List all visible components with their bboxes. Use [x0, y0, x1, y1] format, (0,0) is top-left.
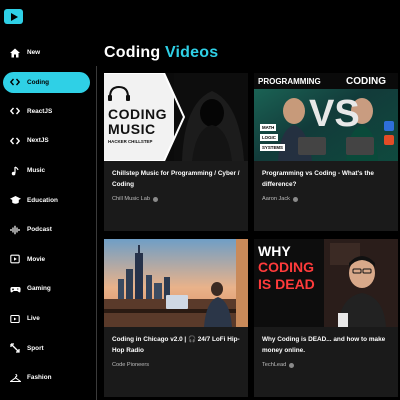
channel-label: Chill Music Lab	[112, 196, 150, 202]
thumb-text-coding: CODING	[258, 259, 314, 275]
movie-icon	[9, 253, 21, 265]
page-title-prefix: Coding	[104, 44, 161, 61]
video-thumbnail[interactable]	[104, 239, 248, 327]
sidebar-item-reactjs[interactable]: ReactJS	[0, 97, 96, 127]
sidebar-divider	[96, 66, 97, 400]
sidebar-item-gaming[interactable]: Gaming	[0, 274, 96, 304]
sidebar-item-label: Podcast	[27, 226, 52, 234]
thumb-text-music: MUSIC	[108, 121, 156, 137]
home-icon	[9, 47, 21, 59]
verified-check-icon	[289, 362, 295, 368]
video-card[interactable]: WHY CODING IS DEAD Why Coding is DEAD...…	[254, 239, 398, 397]
graduation-cap-icon	[9, 194, 21, 206]
podcast-icon	[9, 224, 21, 236]
video-thumbnail[interactable]: WHY CODING IS DEAD	[254, 239, 398, 327]
sidebar-item-nextjs[interactable]: NextJS	[0, 126, 96, 156]
thumb-text-vs: VS	[309, 93, 360, 135]
sidebar-item-podcast[interactable]: Podcast	[0, 215, 96, 245]
page-title: Coding Videos	[104, 44, 218, 62]
channel-name[interactable]: Aaron Jack	[262, 196, 298, 202]
channel-label: TechLead	[262, 362, 287, 368]
channel-label: Code Pioneers	[112, 362, 150, 368]
youtube-logo-icon[interactable]	[4, 9, 23, 24]
thumb-tag-systems: SYSTEMS	[260, 144, 285, 151]
channel-label: Aaron Jack	[262, 196, 290, 202]
thumb-text-is-dead: IS DEAD	[258, 276, 315, 292]
thumb-text-coding: CODING	[108, 106, 167, 122]
channel-name[interactable]: Chill Music Lab	[112, 196, 158, 202]
thumb-text-coding: CODING	[346, 76, 386, 87]
sidebar-item-sport[interactable]: Sport	[0, 333, 96, 363]
video-card[interactable]: Coding in Chicago v2.0 | 🎧 24/7 LoFi Hip…	[104, 239, 248, 397]
sport-icon	[9, 342, 21, 354]
video-title[interactable]: Programming vs Coding - What's the diffe…	[262, 169, 392, 190]
sidebar-item-music[interactable]: Music	[0, 156, 96, 186]
sidebar-item-label: Fashion	[27, 374, 52, 382]
code-icon	[9, 135, 21, 147]
video-card[interactable]: CODING MUSIC HACKER CHILLSTEP Chillstep …	[104, 73, 248, 231]
sidebar-item-label: Live	[27, 315, 40, 323]
sidebar-item-label: Education	[27, 196, 58, 204]
sidebar: New Coding ReactJS NextJS Music Educatio…	[0, 0, 96, 400]
video-title[interactable]: Coding in Chicago v2.0 | 🎧 24/7 LoFi Hip…	[112, 335, 242, 356]
thumb-text-subtitle: HACKER CHILLSTEP	[108, 139, 153, 144]
sidebar-item-label: Gaming	[27, 285, 51, 293]
sidebar-item-education[interactable]: Education	[0, 185, 96, 215]
verified-check-icon	[152, 196, 158, 202]
live-icon	[9, 313, 21, 325]
sidebar-item-label: Coding	[27, 78, 50, 86]
video-thumbnail[interactable]: PROGRAMMING CODING VS MATH LOGIC SYSTEMS	[254, 73, 398, 161]
code-icon	[9, 76, 21, 88]
sidebar-item-coding[interactable]: Coding	[3, 71, 90, 93]
verified-check-icon	[292, 196, 298, 202]
sidebar-item-label: ReactJS	[27, 107, 53, 115]
sidebar-item-movie[interactable]: Movie	[0, 245, 96, 275]
thumb-text-programming: PROGRAMMING	[258, 77, 321, 86]
video-card[interactable]: PROGRAMMING CODING VS MATH LOGIC SYSTEMS…	[254, 73, 398, 231]
music-note-icon	[9, 165, 21, 177]
channel-name[interactable]: Code Pioneers	[112, 362, 149, 368]
app-window: New Coding ReactJS NextJS Music Educatio…	[0, 0, 400, 400]
video-thumbnail[interactable]: CODING MUSIC HACKER CHILLSTEP	[104, 73, 248, 161]
channel-name[interactable]: TechLead	[262, 362, 295, 368]
page-title-accent: Videos	[164, 44, 219, 61]
video-title[interactable]: Chillstep Music for Programming / Cyber …	[112, 169, 242, 190]
sidebar-item-label: New	[27, 49, 41, 57]
video-title[interactable]: Why Coding is DEAD... and how to make mo…	[262, 335, 392, 356]
sidebar-item-label: NextJS	[27, 137, 49, 145]
thumb-tag-logic: LOGIC	[260, 134, 278, 141]
code-icon	[9, 105, 21, 117]
sidebar-item-fashion[interactable]: Fashion	[0, 363, 96, 393]
fashion-icon	[9, 372, 21, 384]
gamepad-icon	[9, 283, 21, 295]
thumb-text-why: WHY	[258, 243, 291, 259]
sidebar-item-label: Sport	[27, 344, 44, 352]
thumb-tag-math: MATH	[260, 124, 277, 131]
sidebar-item-live[interactable]: Live	[0, 304, 96, 334]
sidebar-nav: New Coding ReactJS NextJS Music Educatio…	[0, 38, 96, 393]
sidebar-item-label: Music	[27, 167, 46, 175]
sidebar-item-label: Movie	[27, 255, 46, 263]
sidebar-item-new[interactable]: New	[0, 38, 96, 68]
